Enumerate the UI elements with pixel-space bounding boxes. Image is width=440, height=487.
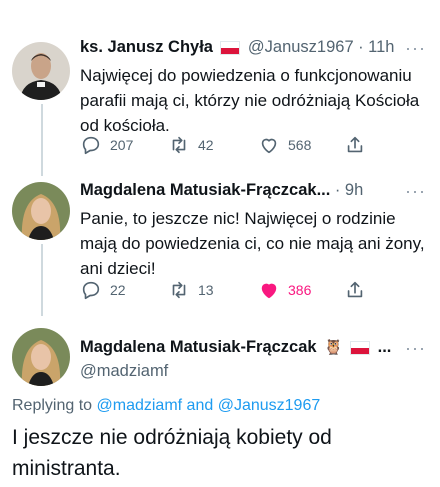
display-name[interactable]: ks. Janusz Chyła — [80, 38, 213, 56]
mention-link[interactable]: @madziamf — [97, 397, 183, 414]
share-button[interactable] — [344, 133, 366, 157]
tweet-actions: 207 42 568 — [80, 133, 420, 157]
reply-button[interactable]: 207 — [80, 133, 133, 157]
replying-and: and — [186, 397, 214, 414]
tweet-text: Najwięcej do powiedzenia o funkcjonowani… — [80, 66, 420, 135]
mention-link[interactable]: @Janusz1967 — [218, 397, 321, 414]
more-options-button[interactable]: ··· — [405, 38, 426, 59]
tweet-header: Magdalena Matusiak-Frączcak... · 9h — [80, 181, 363, 200]
tweet-header: ks. Janusz Chyła @Janusz1967 · 11h — [80, 38, 394, 57]
handle[interactable]: @Janusz1967 — [248, 38, 354, 56]
thread-connector-line — [41, 244, 43, 316]
heart-icon — [261, 283, 277, 299]
retweet-count: 13 — [198, 282, 214, 298]
replying-to: Replying to @madziamf and @Janusz1967 — [12, 397, 320, 415]
share-button[interactable] — [344, 278, 366, 302]
timestamp[interactable]: · 9h — [335, 181, 363, 199]
like-button[interactable]: 386 — [258, 278, 311, 302]
retweet-icon — [172, 136, 186, 154]
reply-icon — [82, 281, 100, 300]
avatar[interactable] — [12, 182, 70, 240]
heart-icon — [261, 138, 277, 154]
poland-flag-icon — [220, 40, 241, 55]
like-count: 386 — [288, 282, 312, 298]
avatar[interactable] — [12, 42, 70, 100]
retweet-count: 42 — [198, 137, 214, 153]
display-name-overflow: ... — [377, 338, 392, 356]
retweet-icon — [172, 281, 186, 299]
reply-button[interactable]: 22 — [80, 278, 126, 302]
main-tweet-text: I jeszcze nie odróżniają kobiety od mini… — [12, 426, 332, 480]
replying-to-prefix: Replying to — [12, 397, 93, 414]
more-options-button[interactable]: ··· — [405, 338, 426, 359]
thread-connector-line — [41, 104, 43, 176]
poland-flag-icon — [350, 340, 371, 355]
like-button[interactable]: 568 — [258, 133, 311, 157]
tweet-actions: 22 13 386 — [80, 278, 420, 302]
reply-count: 22 — [110, 282, 126, 298]
display-name[interactable]: Magdalena Matusiak-Frączcak... — [80, 181, 330, 199]
retweet-button[interactable]: 42 — [168, 133, 214, 157]
tweet-text: Panie, to jeszcze nic! Najwięcej o rodzi… — [80, 209, 425, 278]
display-name[interactable]: Magdalena Matusiak-Frączcak — [80, 338, 317, 356]
avatar-priest-photo — [12, 42, 70, 100]
handle[interactable]: @madziamf — [80, 362, 168, 381]
reply-count: 207 — [110, 137, 134, 153]
share-icon — [347, 281, 363, 298]
owl-emoji-icon: 🦉 — [324, 339, 343, 356]
retweet-button[interactable]: 13 — [168, 278, 214, 302]
avatar[interactable] — [12, 328, 70, 386]
avatar-woman-photo — [12, 182, 70, 240]
avatar-woman-photo — [12, 328, 70, 386]
share-icon — [347, 136, 363, 153]
tweet-header: Magdalena Matusiak-Frączcak 🦉 ... — [80, 338, 391, 357]
like-count: 568 — [288, 137, 312, 153]
more-options-button[interactable]: ··· — [405, 181, 426, 202]
timestamp[interactable]: · 11h — [358, 38, 394, 56]
reply-icon — [82, 136, 100, 155]
